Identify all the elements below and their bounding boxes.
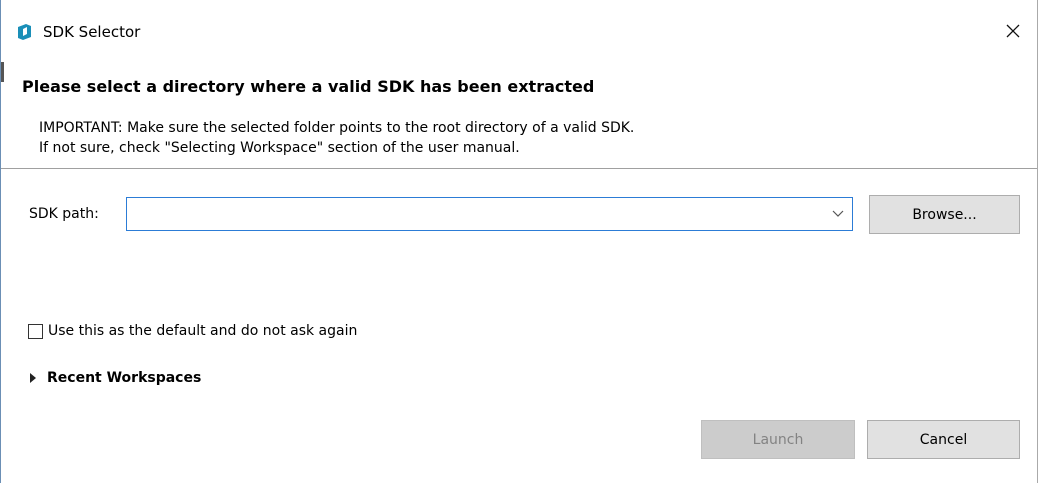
sdk-app-icon	[15, 23, 33, 41]
recent-workspaces-toggle[interactable]: Recent Workspaces	[28, 368, 201, 388]
sdk-selector-dialog: SDK Selector Please select a directory w…	[0, 0, 1038, 483]
description-line: If not sure, check "Selecting Workspace"…	[39, 140, 520, 156]
header-separator	[1, 168, 1037, 169]
browse-button[interactable]: Browse...	[869, 195, 1020, 234]
close-button[interactable]	[995, 14, 1031, 50]
cancel-button[interactable]: Cancel	[867, 420, 1020, 459]
default-checkbox-row[interactable]: Use this as the default and do not ask a…	[28, 321, 357, 341]
default-checkbox-label[interactable]: Use this as the default and do not ask a…	[48, 321, 357, 341]
chevron-down-icon[interactable]	[830, 207, 846, 221]
sdk-path-combobox[interactable]	[126, 197, 853, 231]
sdk-path-input[interactable]	[131, 202, 815, 228]
launch-button[interactable]: Launch	[701, 420, 855, 459]
recent-workspaces-label[interactable]: Recent Workspaces	[47, 368, 201, 388]
default-checkbox[interactable]	[28, 323, 43, 339]
title-bar: SDK Selector	[1, 0, 1037, 62]
dialog-heading: Please select a directory where a valid …	[22, 77, 595, 96]
expand-triangle-icon[interactable]	[28, 373, 38, 383]
sdk-path-label: SDK path:	[29, 206, 99, 222]
dialog-description: IMPORTANT: Make sure the selected folder…	[39, 118, 634, 158]
window-title: SDK Selector	[43, 23, 141, 41]
close-icon	[1006, 23, 1020, 42]
description-line: IMPORTANT: Make sure the selected folder…	[39, 120, 635, 136]
